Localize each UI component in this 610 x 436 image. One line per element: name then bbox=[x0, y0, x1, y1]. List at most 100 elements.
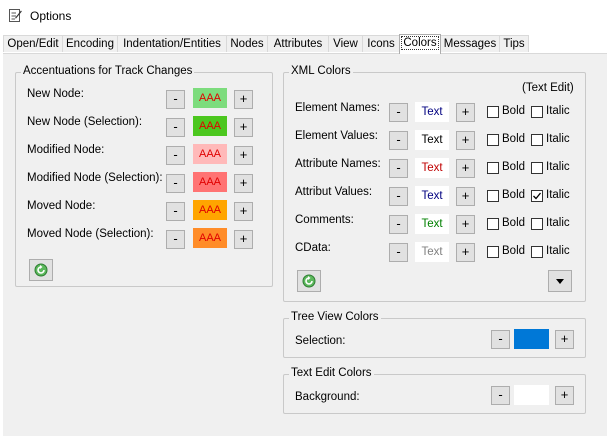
new-node-selection-minus-button[interactable]: - bbox=[166, 118, 185, 137]
xml-colors-dropdown-button[interactable] bbox=[548, 270, 572, 292]
attribute-names-label: Attribute Names: bbox=[295, 158, 381, 170]
modified-node-color-swatch[interactable]: AAA bbox=[193, 144, 227, 164]
element-values-label: Element Values: bbox=[295, 130, 378, 142]
moved-node-selection-plus-button[interactable]: + bbox=[234, 230, 253, 249]
moved-node-selection-minus-button[interactable]: - bbox=[166, 230, 185, 249]
tab-attributes[interactable]: Attributes bbox=[267, 35, 329, 52]
element-values-minus-button[interactable]: - bbox=[389, 131, 408, 150]
modified-node-selection-plus-button[interactable]: + bbox=[234, 174, 253, 193]
moved-node-color-swatch[interactable]: AAA bbox=[193, 200, 227, 220]
moved-node-minus-button[interactable]: - bbox=[166, 202, 185, 221]
attribut-values-bold-label: Bold bbox=[502, 189, 526, 201]
tab-icons[interactable]: Icons bbox=[362, 35, 400, 52]
moved-node-selection-label: Moved Node (Selection): bbox=[27, 228, 154, 240]
tree-view-selection-color-swatch[interactable] bbox=[514, 329, 549, 349]
comments-sample[interactable]: Text bbox=[415, 214, 449, 234]
element-names-minus-button[interactable]: - bbox=[389, 103, 408, 122]
xml-colors-text-edit-note: (Text Edit) bbox=[522, 82, 574, 94]
options-app-icon bbox=[9, 8, 22, 22]
text-edit-background-plus-button[interactable]: + bbox=[555, 386, 574, 405]
tree-view-selection-minus-button[interactable]: - bbox=[491, 330, 510, 349]
modified-node-minus-button[interactable]: - bbox=[166, 146, 185, 165]
track-changes-title: Accentuations for Track Changes bbox=[21, 65, 195, 77]
comments-bold-checkbox[interactable] bbox=[487, 218, 499, 230]
tab-view[interactable]: View bbox=[328, 35, 363, 52]
element-names-label: Element Names: bbox=[295, 102, 381, 114]
element-values-bold-checkbox[interactable] bbox=[487, 134, 499, 146]
text-edit-background-color-swatch[interactable] bbox=[514, 385, 549, 405]
checkmark-icon bbox=[533, 192, 542, 200]
moved-node-selection-color-swatch[interactable]: AAA bbox=[193, 228, 227, 248]
modified-node-selection-minus-button[interactable]: - bbox=[166, 174, 185, 193]
tab-messages[interactable]: Messages bbox=[440, 35, 500, 52]
attribute-names-italic-label: Italic bbox=[546, 161, 570, 173]
new-node-minus-button[interactable]: - bbox=[166, 90, 185, 109]
attribute-names-bold-label: Bold bbox=[502, 161, 526, 173]
attribute-names-bold-checkbox[interactable] bbox=[487, 162, 499, 174]
element-names-plus-button[interactable]: + bbox=[456, 103, 475, 122]
tab-encoding[interactable]: Encoding bbox=[62, 35, 118, 52]
attribute-names-sample[interactable]: Text bbox=[415, 158, 449, 178]
comments-plus-button[interactable]: + bbox=[456, 215, 475, 234]
element-values-sample[interactable]: Text bbox=[415, 130, 449, 150]
new-node-plus-button[interactable]: + bbox=[234, 90, 253, 109]
tree-view-colors-title: Tree View Colors bbox=[289, 311, 381, 323]
modified-node-plus-button[interactable]: + bbox=[234, 146, 253, 165]
text-edit-background-minus-button[interactable]: - bbox=[491, 386, 510, 405]
cdata-sample[interactable]: Text bbox=[415, 242, 449, 262]
text-edit-background-label: Background: bbox=[295, 391, 360, 403]
tab-open-edit[interactable]: Open/Edit bbox=[3, 35, 63, 52]
element-names-italic-label: Italic bbox=[546, 105, 570, 117]
comments-minus-button[interactable]: - bbox=[389, 215, 408, 234]
new-node-color-swatch[interactable]: AAA bbox=[193, 88, 227, 108]
new-node-selection-color-swatch[interactable]: AAA bbox=[193, 116, 227, 136]
element-values-plus-button[interactable]: + bbox=[456, 131, 475, 150]
reset-icon bbox=[34, 263, 48, 277]
attribut-values-label: Attribut Values: bbox=[295, 186, 373, 198]
element-values-italic-checkbox[interactable] bbox=[531, 134, 543, 146]
modified-node-selection-color-swatch[interactable]: AAA bbox=[193, 172, 227, 192]
cdata-plus-button[interactable]: + bbox=[456, 243, 475, 262]
cdata-minus-button[interactable]: - bbox=[389, 243, 408, 262]
comments-italic-label: Italic bbox=[546, 217, 570, 229]
cdata-italic-checkbox[interactable] bbox=[531, 246, 543, 258]
new-node-selection-label: New Node (Selection): bbox=[27, 116, 143, 128]
moved-node-label: Moved Node: bbox=[27, 200, 96, 212]
attribut-values-bold-checkbox[interactable] bbox=[487, 190, 499, 202]
element-names-sample[interactable]: Text bbox=[415, 102, 449, 122]
attribut-values-sample[interactable]: Text bbox=[415, 186, 449, 206]
track-changes-reset-button[interactable] bbox=[29, 259, 53, 281]
window-title: Options bbox=[30, 9, 72, 23]
attribut-values-italic-checkbox[interactable] bbox=[531, 190, 543, 202]
tab-indentation-entities[interactable]: Indentation/Entities bbox=[117, 35, 227, 52]
element-values-italic-label: Italic bbox=[546, 133, 570, 145]
tab-tips[interactable]: Tips bbox=[499, 35, 529, 52]
chevron-down-icon bbox=[556, 279, 564, 284]
reset-icon bbox=[302, 274, 316, 288]
modified-node-selection-label: Modified Node (Selection): bbox=[27, 172, 163, 184]
element-names-italic-checkbox[interactable] bbox=[531, 106, 543, 118]
attribut-values-plus-button[interactable]: + bbox=[456, 187, 475, 206]
tab-nodes[interactable]: Nodes bbox=[226, 35, 268, 52]
modified-node-label: Modified Node: bbox=[27, 144, 105, 156]
moved-node-plus-button[interactable]: + bbox=[234, 202, 253, 221]
tab-strip: Open/Edit Encoding Indentation/Entities … bbox=[0, 34, 610, 54]
comments-bold-label: Bold bbox=[502, 217, 526, 229]
cdata-bold-checkbox[interactable] bbox=[487, 246, 499, 258]
attribute-names-italic-checkbox[interactable] bbox=[531, 162, 543, 174]
element-names-bold-checkbox[interactable] bbox=[487, 106, 499, 118]
tree-view-selection-label: Selection: bbox=[295, 335, 346, 347]
xml-colors-reset-button[interactable] bbox=[297, 270, 321, 292]
tree-view-selection-plus-button[interactable]: + bbox=[555, 330, 574, 349]
attribute-names-minus-button[interactable]: - bbox=[389, 159, 408, 178]
attribute-names-plus-button[interactable]: + bbox=[456, 159, 475, 178]
attribut-values-minus-button[interactable]: - bbox=[389, 187, 408, 206]
comments-italic-checkbox[interactable] bbox=[531, 218, 543, 230]
new-node-selection-plus-button[interactable]: + bbox=[234, 118, 253, 137]
cdata-italic-label: Italic bbox=[546, 245, 570, 257]
element-values-bold-label: Bold bbox=[502, 133, 526, 145]
cdata-label: CData: bbox=[295, 242, 331, 254]
tab-colors[interactable]: Colors bbox=[399, 34, 441, 54]
title-bar: Options bbox=[0, 0, 610, 32]
attribut-values-italic-label: Italic bbox=[546, 189, 570, 201]
